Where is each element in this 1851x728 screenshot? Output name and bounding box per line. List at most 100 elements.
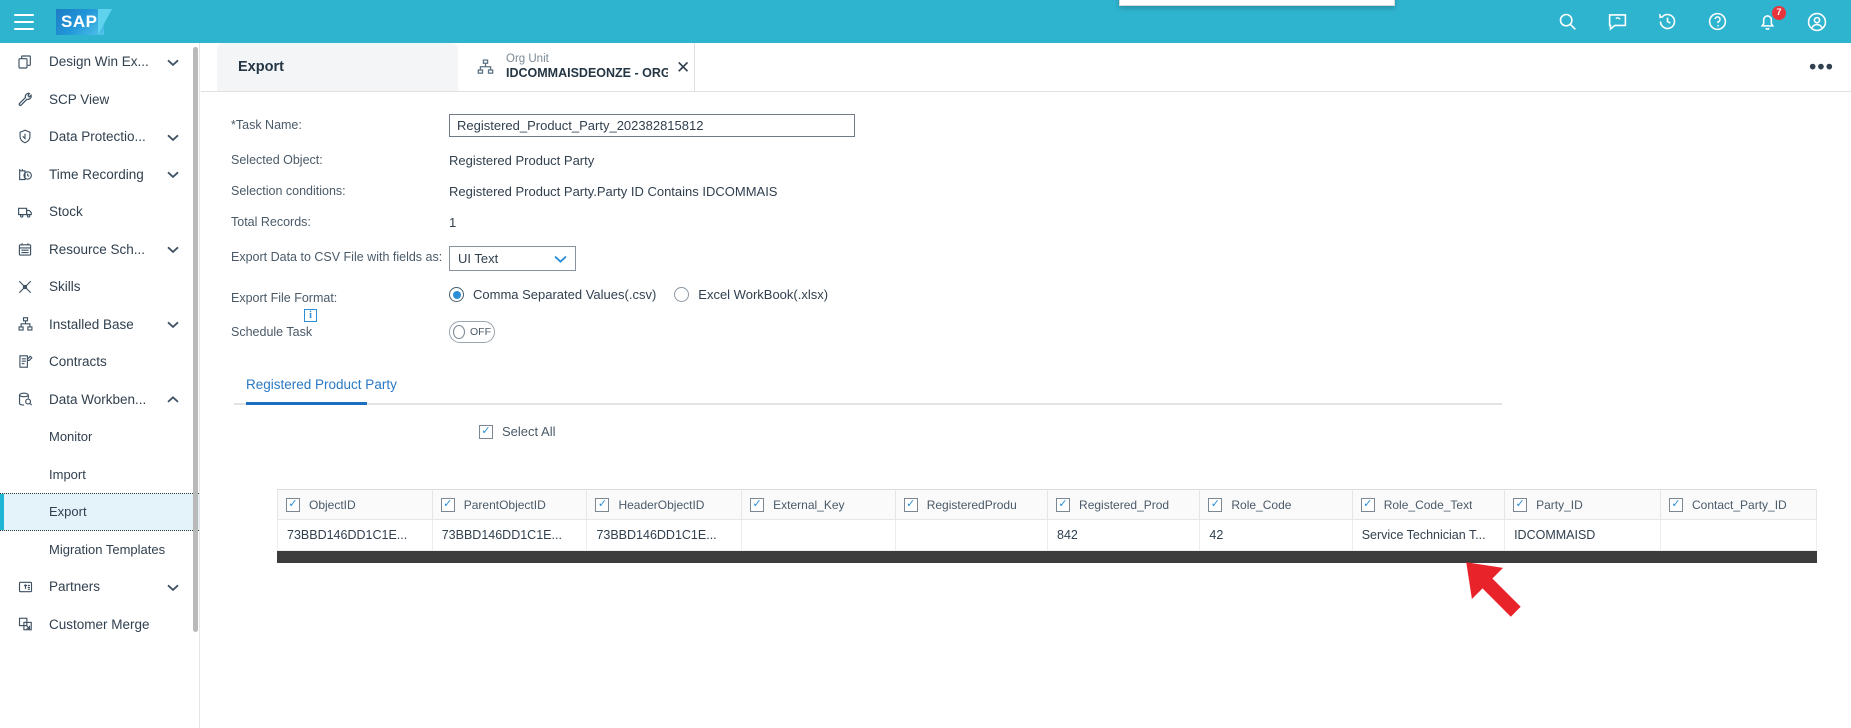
column-label: Party_ID — [1536, 497, 1583, 512]
selected-object-label: Selected Object: — [231, 153, 323, 167]
column-header-registered-product[interactable]: ✓ Registered_Prod — [1047, 489, 1201, 520]
cell-party-id: IDCOMMAISD — [1504, 519, 1661, 551]
truck-icon — [14, 202, 36, 222]
task-name-input[interactable] — [449, 114, 855, 137]
column-header-contact-party-id[interactable]: ✓ Contact_Party_ID — [1659, 489, 1818, 520]
sidebar-item-data-workbench[interactable]: Data Workben... — [0, 381, 199, 419]
sidebar-item-contracts[interactable]: Contracts — [0, 343, 199, 381]
sidebar-scrollbar[interactable] — [193, 47, 198, 632]
sidebar-item-import[interactable]: Import — [0, 456, 199, 494]
column-checkbox[interactable]: ✓ — [595, 497, 610, 512]
select-all-label: Select All — [502, 424, 556, 439]
org-unit-label: Org Unit — [506, 53, 549, 65]
selection-conditions-value: Registered Product Party.Party ID Contai… — [449, 184, 778, 199]
sidebar-item-partners[interactable]: Partners — [0, 568, 199, 606]
column-checkbox[interactable]: ✓ — [750, 497, 765, 512]
column-header-role-code[interactable]: ✓ Role_Code — [1199, 489, 1353, 520]
notifications-bell-icon[interactable]: 7 — [1755, 5, 1786, 34]
sidebar-item-export[interactable]: Export — [0, 493, 199, 531]
sidebar-item-resource-scheduling[interactable]: Resource Sch... — [0, 231, 199, 269]
column-checkbox[interactable]: ✓ — [903, 497, 918, 512]
radio-option-csv[interactable]: Comma Separated Values(.csv) — [449, 287, 656, 302]
column-header-role-code-text[interactable]: ✓ Role_Code_Text — [1351, 489, 1506, 520]
schedule-task-label: Schedule Task — [231, 325, 313, 339]
column-label: Registered_Prod — [1079, 497, 1170, 512]
sidebar-item-label: Data Protectio... — [49, 129, 146, 145]
schedule-task-label-wrap: i Schedule Task — [231, 309, 449, 341]
sidebar-item-data-protection[interactable]: Data Protectio... — [0, 118, 199, 156]
toggle-state-label: OFF — [470, 326, 491, 338]
chevron-down-icon — [167, 129, 179, 144]
chevron-down-icon — [167, 579, 179, 594]
sidebar-item-migration-templates[interactable]: Migration Templates — [0, 531, 199, 569]
radio-option-xlsx[interactable]: Excel WorkBook(.xlsx) — [674, 287, 828, 302]
column-checkbox[interactable]: ✓ — [1513, 497, 1528, 512]
copy-icon — [14, 52, 36, 72]
table-header-row: ✓ ObjectID ✓ ParentObjectID ✓ HeaderObjectI… — [277, 489, 1818, 520]
sidebar-item-skills[interactable]: Skills — [0, 268, 199, 306]
logo-text: SAP — [61, 11, 98, 31]
hierarchy-icon — [476, 58, 495, 76]
skills-icon — [14, 277, 36, 297]
top-header-bar: SAP 7 — [0, 0, 1851, 43]
export-fields-label: Export Data to CSV File with fields as: — [231, 250, 443, 264]
sidebar-item-monitor[interactable]: Monitor — [0, 418, 199, 456]
schedule-task-toggle[interactable]: OFF — [449, 321, 495, 343]
column-header-registeredproduct[interactable]: ✓ RegisteredProdu — [894, 489, 1049, 520]
sidebar-item-stock[interactable]: Stock — [0, 193, 199, 231]
toggle-knob — [453, 325, 465, 339]
cell-registeredproduct — [894, 519, 1049, 551]
cell-contact-party-id — [1659, 519, 1818, 551]
select-all-control[interactable]: ✓ Select All — [479, 424, 1851, 439]
sidebar-item-time-recording[interactable]: Time Recording — [0, 156, 199, 194]
column-checkbox[interactable]: ✓ — [1056, 497, 1071, 512]
column-checkbox[interactable]: ✓ — [286, 497, 300, 512]
column-checkbox[interactable]: ✓ — [1360, 497, 1375, 512]
chevron-down-icon — [167, 242, 179, 257]
radio-xlsx-icon[interactable] — [674, 287, 690, 302]
history-icon[interactable] — [1655, 10, 1679, 34]
sidebar-item-design-win-ex[interactable]: Design Win Ex... — [0, 43, 199, 81]
sidebar-item-scp-view[interactable]: SCP View — [0, 81, 199, 119]
column-checkbox[interactable]: ✓ — [1208, 497, 1223, 512]
column-checkbox[interactable]: ✓ — [440, 497, 455, 512]
chevron-down-icon — [554, 251, 567, 266]
sidebar-item-label: Contracts — [49, 354, 107, 370]
column-header-party-id[interactable]: ✓ Party_ID — [1504, 489, 1661, 520]
radio-csv-label: Comma Separated Values(.csv) — [473, 287, 657, 302]
annotation-arrow-icon — [1455, 552, 1527, 627]
org-unit-chip[interactable]: Org Unit IDCOMMAISDEONZE - ORG 15T... ✕ — [458, 43, 696, 91]
search-icon[interactable] — [1555, 10, 1579, 34]
column-header-parentobjectid[interactable]: ✓ ParentObjectID — [431, 489, 588, 520]
sidebar-item-installed-base[interactable]: Installed Base — [0, 306, 199, 344]
form-row-export-format: Export File Format: Comma Separated Valu… — [231, 287, 1851, 305]
sidebar-item-label: Monitor — [49, 429, 93, 445]
page-title[interactable]: Export — [217, 43, 458, 91]
user-account-icon[interactable] — [1805, 10, 1829, 34]
column-header-objectid[interactable]: ✓ ObjectID — [277, 489, 433, 520]
radio-csv-icon[interactable] — [449, 287, 464, 302]
close-icon[interactable]: ✕ — [676, 59, 690, 76]
export-fields-select[interactable]: UI Text — [449, 246, 576, 271]
overflow-menu-button[interactable]: ••• — [1809, 57, 1834, 78]
column-header-headerobjectid[interactable]: ✓ HeaderObjectID — [586, 489, 743, 520]
info-icon[interactable]: i — [304, 309, 317, 322]
hamburger-menu-icon[interactable] — [14, 13, 34, 30]
shield-icon — [14, 127, 36, 147]
sidebar-item-label: SCP View — [49, 91, 110, 107]
table-horizontal-scrollbar[interactable] — [277, 551, 1817, 563]
column-header-external-key[interactable]: ✓ External_Key — [741, 489, 896, 520]
sidebar-item-customer-merge[interactable]: Customer Merge — [0, 606, 199, 644]
top-cutoff-popup[interactable] — [1119, 0, 1395, 6]
sidebar-item-label: Skills — [49, 279, 81, 295]
select-all-checkbox[interactable]: ✓ — [479, 424, 493, 439]
chat-icon[interactable] — [1605, 10, 1629, 34]
help-icon[interactable] — [1705, 10, 1729, 34]
column-label: Role_Code — [1231, 497, 1292, 512]
sidebar-item-label: Stock — [49, 204, 83, 220]
column-checkbox[interactable]: ✓ — [1668, 497, 1683, 512]
sap-logo[interactable]: SAP — [56, 8, 112, 35]
object-tabstrip: Registered Product Party — [234, 376, 1502, 405]
tab-registered-product-party[interactable]: Registered Product Party — [234, 377, 409, 403]
table-row[interactable]: 73BBD146DD1C1E... 73BBD146DD1C1E... 73BB… — [277, 519, 1818, 551]
